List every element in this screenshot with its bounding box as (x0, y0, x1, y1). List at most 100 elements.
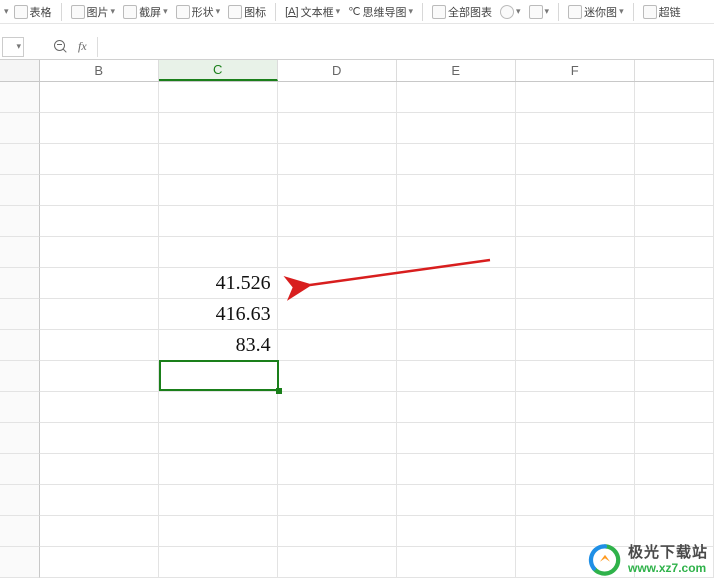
cell[interactable] (397, 485, 516, 516)
ribbon-item-textbox[interactable]: [A] 文本框 ▾ (282, 4, 343, 20)
cell[interactable] (635, 392, 714, 423)
row-header[interactable] (0, 175, 40, 206)
cell[interactable] (635, 361, 714, 392)
column-header-extra[interactable] (635, 60, 714, 81)
zoom-out-icon[interactable] (54, 40, 68, 54)
cell[interactable] (159, 454, 278, 485)
cell[interactable] (278, 268, 397, 299)
cell[interactable] (278, 144, 397, 175)
row-header[interactable] (0, 330, 40, 361)
cell[interactable] (516, 113, 635, 144)
cell[interactable] (635, 206, 714, 237)
cell[interactable] (40, 485, 159, 516)
cell[interactable] (397, 330, 516, 361)
cell-c8[interactable]: 416.63 (159, 299, 278, 330)
cell[interactable] (40, 144, 159, 175)
ribbon-item-chartmenu[interactable]: ▾ (497, 5, 524, 19)
cell[interactable] (397, 299, 516, 330)
cell[interactable] (40, 268, 159, 299)
cell[interactable] (635, 516, 714, 547)
cell[interactable] (40, 454, 159, 485)
select-all-corner[interactable] (0, 60, 40, 81)
cell[interactable] (278, 392, 397, 423)
column-header-f[interactable]: F (516, 60, 635, 81)
cell[interactable] (40, 237, 159, 268)
cell[interactable] (40, 423, 159, 454)
cell[interactable] (397, 268, 516, 299)
cell[interactable] (635, 144, 714, 175)
cell[interactable] (516, 237, 635, 268)
cell[interactable] (397, 206, 516, 237)
cell[interactable] (516, 330, 635, 361)
row-header[interactable] (0, 237, 40, 268)
row-header[interactable] (0, 82, 40, 113)
row-header[interactable] (0, 206, 40, 237)
cell[interactable] (635, 454, 714, 485)
name-box[interactable]: ▾ (2, 37, 24, 57)
cell[interactable] (40, 516, 159, 547)
cell[interactable] (159, 144, 278, 175)
cell[interactable] (635, 330, 714, 361)
cell[interactable] (278, 330, 397, 361)
cell[interactable] (397, 454, 516, 485)
ribbon-item-icon[interactable]: 图标 (225, 4, 269, 20)
cell[interactable] (516, 206, 635, 237)
cell[interactable] (159, 113, 278, 144)
ribbon-item-hyperlink[interactable]: 超链 (640, 4, 684, 20)
cell[interactable] (635, 423, 714, 454)
row-header[interactable] (0, 361, 40, 392)
row-header[interactable] (0, 547, 40, 578)
cell[interactable] (635, 113, 714, 144)
cell[interactable] (278, 206, 397, 237)
row-header[interactable] (0, 454, 40, 485)
cell[interactable] (397, 516, 516, 547)
row-header[interactable] (0, 268, 40, 299)
fx-label[interactable]: fx (78, 39, 87, 54)
cell[interactable] (278, 175, 397, 206)
ribbon-item-shape[interactable]: 形状 ▾ (173, 4, 224, 20)
cell[interactable] (635, 82, 714, 113)
cell[interactable] (40, 175, 159, 206)
column-header-d[interactable]: D (278, 60, 397, 81)
ribbon-item-table[interactable]: 表格 (11, 4, 55, 20)
cell[interactable] (278, 361, 397, 392)
row-header[interactable] (0, 516, 40, 547)
cell[interactable] (278, 423, 397, 454)
cell[interactable] (516, 268, 635, 299)
row-header[interactable] (0, 299, 40, 330)
cell[interactable] (397, 423, 516, 454)
ribbon-item-image[interactable]: 图片 ▾ (68, 4, 119, 20)
row-header[interactable] (0, 392, 40, 423)
row-header[interactable] (0, 485, 40, 516)
cell[interactable] (40, 299, 159, 330)
cell[interactable] (635, 175, 714, 206)
cell[interactable] (516, 361, 635, 392)
row-header[interactable] (0, 144, 40, 175)
cell[interactable] (40, 206, 159, 237)
cell[interactable] (516, 392, 635, 423)
column-header-b[interactable]: B (40, 60, 159, 81)
cell[interactable] (159, 175, 278, 206)
cell[interactable] (516, 423, 635, 454)
cell[interactable] (397, 175, 516, 206)
cell[interactable] (635, 547, 714, 578)
cell[interactable] (159, 237, 278, 268)
cell[interactable] (278, 82, 397, 113)
cell[interactable] (635, 299, 714, 330)
cell[interactable] (635, 268, 714, 299)
cell[interactable] (397, 547, 516, 578)
column-header-e[interactable]: E (397, 60, 516, 81)
cell[interactable] (397, 82, 516, 113)
cell[interactable] (159, 392, 278, 423)
ribbon-item-allcharts[interactable]: 全部图表 (429, 4, 495, 20)
ribbon-item-mindmap[interactable]: ℃ 思维导图 ▾ (345, 4, 416, 20)
row-header[interactable] (0, 423, 40, 454)
cell[interactable] (159, 547, 278, 578)
cell[interactable] (397, 392, 516, 423)
cell[interactable] (40, 82, 159, 113)
cell[interactable] (159, 423, 278, 454)
ribbon-item-screenshot[interactable]: 截屏 ▾ (120, 4, 171, 20)
cell[interactable] (278, 299, 397, 330)
cell[interactable] (635, 237, 714, 268)
cell[interactable] (516, 175, 635, 206)
